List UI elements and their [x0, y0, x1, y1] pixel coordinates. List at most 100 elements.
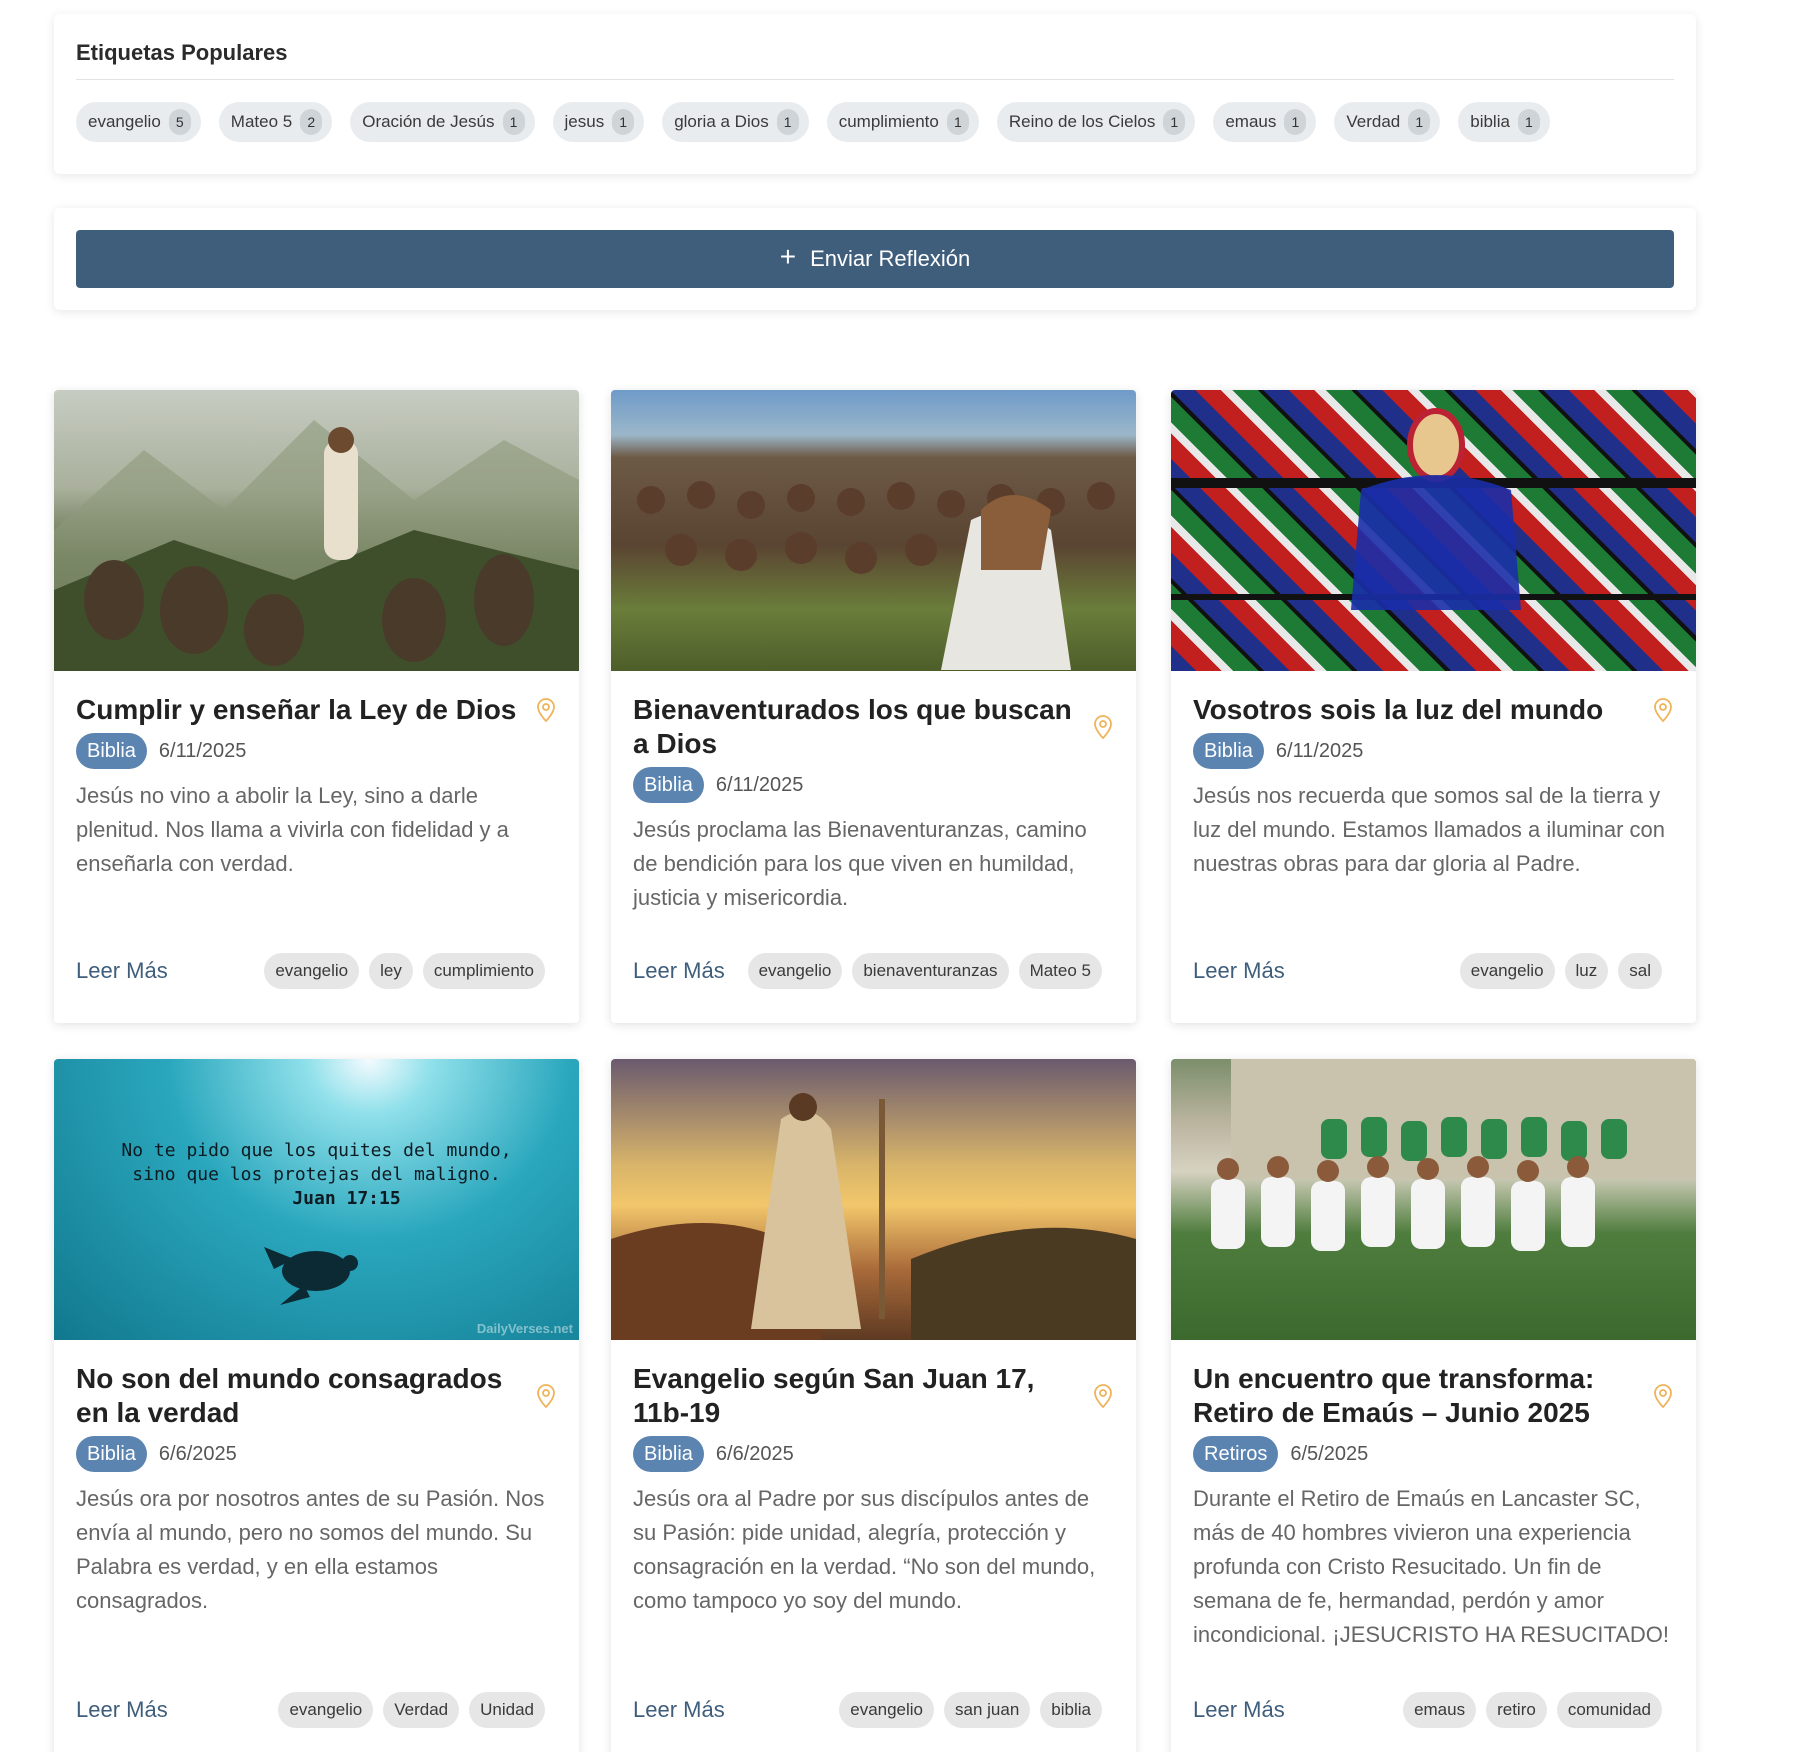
category-badge[interactable]: Biblia [633, 1436, 704, 1472]
map-pin-icon[interactable] [535, 1383, 557, 1409]
popular-tag-label: Verdad [1346, 112, 1401, 131]
post-image[interactable] [1171, 1059, 1696, 1340]
post-tag[interactable]: retiro [1486, 1692, 1547, 1728]
category-badge[interactable]: Biblia [76, 1436, 147, 1472]
post-tag[interactable]: Mateo 5 [1018, 953, 1102, 989]
popular-tag-count: 1 [1163, 109, 1186, 135]
post-tag[interactable]: luz [1564, 953, 1609, 989]
post-tag[interactable]: emaus [1403, 1692, 1477, 1728]
stained-glass-illustration [1171, 408, 1696, 610]
popular-tag[interactable]: evangelio 5 [76, 102, 201, 142]
post-excerpt: Jesús proclama las Bienaventuranzas, cam… [633, 817, 1087, 910]
map-pin-icon[interactable] [535, 697, 557, 723]
category-badge[interactable]: Retiros [1193, 1436, 1279, 1472]
post-image[interactable] [54, 390, 579, 671]
post-card: No te pido que los quites del mundo, sin… [54, 1059, 579, 1752]
submit-panel: + Enviar Reflexión [54, 208, 1696, 310]
map-pin-icon[interactable] [1092, 1383, 1114, 1409]
post-card: Evangelio según San Juan 17, 11b-19 Bibl… [611, 1059, 1136, 1752]
popular-tag-label: cumplimiento [838, 112, 939, 131]
post-date: 6/6/2025 [158, 1442, 237, 1465]
post-tag[interactable]: sal [1618, 953, 1662, 989]
popular-tag[interactable]: Oración de Jesús 1 [350, 102, 535, 142]
valley-scene-illustration [611, 1093, 1136, 1340]
popular-tag-label: evangelio [88, 112, 161, 131]
post-image[interactable] [611, 1059, 1136, 1340]
post-tags: emaus retiro comunidad [1403, 1692, 1662, 1728]
post-image[interactable] [611, 390, 1136, 671]
crowd-scene-illustration [637, 481, 1115, 670]
popular-tag-label: gloria a Dios [674, 112, 769, 131]
post-title[interactable]: Un encuentro que transforma: Retiro de E… [1193, 1362, 1638, 1430]
plus-icon: + [779, 241, 797, 272]
popular-tags-list: evangelio 5 Mateo 5 2 Oración de Jesús 1 je… [76, 102, 1674, 142]
read-more-link[interactable]: Leer Más [1193, 958, 1285, 984]
post-title[interactable]: Cumplir y enseñar la Ley de Dios [76, 693, 516, 727]
post-tag[interactable]: Unidad [469, 1692, 545, 1728]
read-more-link[interactable]: Leer Más [633, 958, 725, 984]
post-excerpt: Jesús nos recuerda que somos sal de la t… [1193, 783, 1666, 876]
post-card: Cumplir y enseñar la Ley de Dios Biblia … [54, 390, 579, 1023]
popular-tag[interactable]: gloria a Dios 1 [662, 102, 809, 142]
post-tags: evangelio luz sal [1459, 953, 1662, 989]
post-image[interactable]: No te pido que los quites del mundo, sin… [54, 1059, 579, 1340]
post-tag[interactable]: evangelio [264, 953, 360, 989]
read-more-link[interactable]: Leer Más [76, 958, 168, 984]
post-tag[interactable]: evangelio [747, 953, 843, 989]
post-excerpt: Jesús ora al Padre por sus discípulos an… [633, 1486, 1096, 1613]
popular-tag-count: 1 [1517, 109, 1540, 135]
popular-tag-count: 1 [946, 109, 969, 135]
map-pin-icon[interactable] [1652, 1383, 1674, 1409]
popular-tag[interactable]: jesus 1 [552, 102, 645, 142]
post-tag[interactable]: evangelio [839, 1692, 935, 1728]
turtle-illustration [264, 1247, 358, 1305]
post-tag[interactable]: biblia [1040, 1692, 1102, 1728]
post-title[interactable]: Evangelio según San Juan 17, 11b-19 [633, 1362, 1078, 1430]
popular-tag[interactable]: Verdad 1 [1334, 102, 1441, 142]
post-tag[interactable]: Verdad [383, 1692, 460, 1728]
post-tag[interactable]: ley [369, 953, 413, 989]
post-tags: evangelio bienaventuranzas Mateo 5 [747, 953, 1102, 989]
submit-reflection-button[interactable]: + Enviar Reflexión [76, 230, 1674, 288]
popular-tag-label: Mateo 5 [230, 112, 293, 131]
category-badge[interactable]: Biblia [633, 767, 704, 803]
popular-tag[interactable]: biblia 1 [1458, 102, 1550, 142]
group-photo-illustration [1211, 1059, 1696, 1251]
read-more-link[interactable]: Leer Más [76, 1697, 168, 1723]
popular-tag-count: 1 [1408, 109, 1431, 135]
post-image[interactable] [1171, 390, 1696, 671]
read-more-link[interactable]: Leer Más [633, 1697, 725, 1723]
popular-tag-count: 2 [300, 109, 323, 135]
popular-tag[interactable]: cumplimiento 1 [826, 102, 979, 142]
popular-tag[interactable]: Mateo 5 2 [218, 102, 333, 142]
post-card: Un encuentro que transforma: Retiro de E… [1171, 1059, 1696, 1752]
popular-tag-label: Reino de los Cielos [1008, 112, 1156, 131]
post-excerpt: Jesús no vino a abolir la Ley, sino a da… [76, 783, 509, 876]
map-pin-icon[interactable] [1092, 714, 1114, 740]
popular-tag[interactable]: emaus 1 [1213, 102, 1317, 142]
popular-tag-label: emaus [1225, 112, 1277, 131]
post-tag[interactable]: san juan [944, 1692, 1031, 1728]
post-date: 6/5/2025 [1290, 1442, 1369, 1465]
post-tag[interactable]: evangelio [278, 1692, 374, 1728]
post-card: Bienaventurados los que buscan a Dios Bi… [611, 390, 1136, 1023]
category-badge[interactable]: Biblia [1193, 733, 1264, 769]
post-tag[interactable]: evangelio [1459, 953, 1555, 989]
post-excerpt: Jesús ora por nosotros antes de su Pasió… [76, 1486, 545, 1613]
read-more-link[interactable]: Leer Más [1193, 1697, 1285, 1723]
post-tag[interactable]: cumplimiento [422, 953, 545, 989]
post-card: Vosotros sois la luz del mundo Biblia 6/… [1171, 390, 1696, 1023]
post-title[interactable]: Vosotros sois la luz del mundo [1193, 693, 1603, 727]
post-title[interactable]: No son del mundo consagrados en la verda… [76, 1362, 521, 1430]
mountain-scene-illustration [54, 420, 579, 671]
popular-tag-count: 1 [612, 109, 635, 135]
post-tag[interactable]: bienaventuranzas [852, 953, 1009, 989]
post-title[interactable]: Bienaventurados los que buscan a Dios [633, 693, 1078, 761]
post-tags: evangelio ley cumplimiento [264, 953, 545, 989]
category-badge[interactable]: Biblia [76, 733, 147, 769]
post-tag[interactable]: comunidad [1556, 1692, 1662, 1728]
popular-tag-count: 1 [502, 109, 525, 135]
popular-tag[interactable]: Reino de los Cielos 1 [996, 102, 1196, 142]
post-date: 6/11/2025 [1275, 739, 1364, 762]
map-pin-icon[interactable] [1652, 697, 1674, 723]
